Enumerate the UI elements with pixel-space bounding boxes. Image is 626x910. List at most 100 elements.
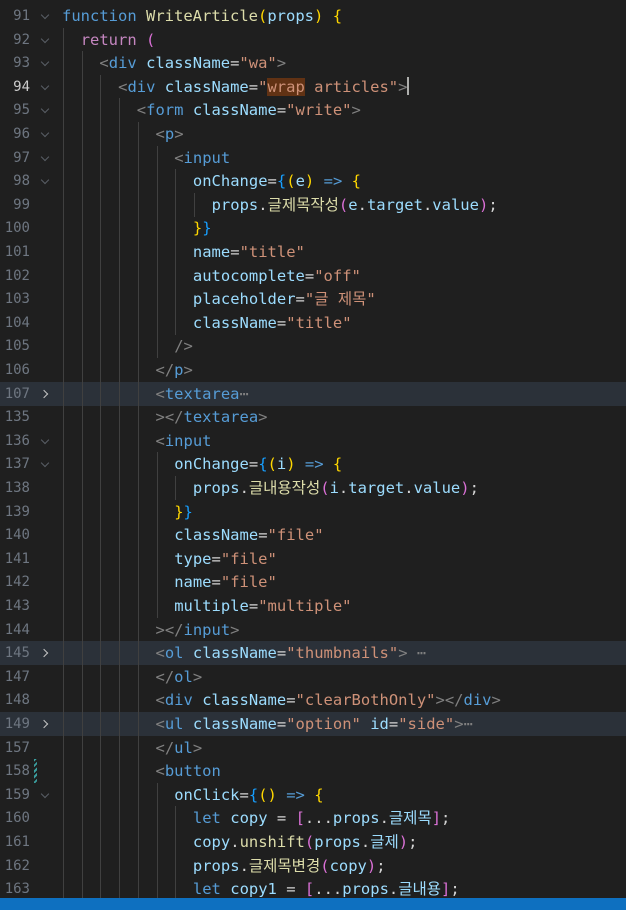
code-line[interactable]: 161 copy.unshift(props.글제); (0, 830, 626, 854)
fold-chevron-right-icon[interactable] (38, 382, 54, 406)
code-line[interactable]: 107 <textarea⋯ (0, 381, 626, 406)
code-line[interactable]: 159 onClick={() => { (0, 782, 626, 807)
code-token: ; (441, 809, 451, 828)
code-text: className="title" (193, 311, 352, 335)
fold-ellipsis[interactable]: ⋯ (240, 385, 249, 403)
fold-chevron-down-icon[interactable] (38, 98, 54, 122)
code-line[interactable]: 148 <div className="clearBothOnly"></div> (0, 688, 626, 713)
line-number: 149 (4, 716, 30, 732)
code-line[interactable]: 135 ></textarea> (0, 405, 626, 430)
line-number: 158 (4, 763, 30, 780)
fold-chevron-down-icon[interactable] (38, 146, 54, 170)
code-token: ></ (155, 620, 184, 639)
code-text: </p> (156, 358, 193, 382)
fold-chevron-right-icon[interactable] (38, 641, 54, 665)
code-line[interactable]: 103 placeholder="글 제목" (0, 287, 626, 312)
code-line[interactable]: 98 onChange={(e) => { (0, 169, 626, 194)
code-token: i (329, 479, 339, 497)
code-line[interactable]: 106 </p> (0, 358, 626, 382)
indent-guide (137, 830, 139, 854)
fold-chevron-down-icon[interactable] (38, 429, 54, 453)
code-line[interactable]: 147 </ol> (0, 664, 626, 689)
code-line[interactable]: 163 let copy1 = [...props.글내용]; (0, 877, 626, 898)
fold-chevron-down-icon[interactable] (38, 169, 54, 193)
fold-chevron-down-icon[interactable] (38, 783, 54, 807)
code-line[interactable]: 100}} (0, 216, 626, 241)
code-line[interactable]: 158 <button (0, 759, 626, 784)
fold-chevron-down-icon[interactable] (38, 51, 54, 75)
code-line[interactable]: 95 <form className="write"> (0, 98, 626, 123)
code-line[interactable]: 137 onChange={(i) => { (0, 452, 626, 477)
code-token: className (192, 313, 277, 332)
code-line[interactable]: 162 props.글제목변경(copy); (0, 853, 626, 878)
code-line[interactable]: 96 <p> (0, 122, 626, 146)
line-number: 106 (4, 362, 30, 378)
code-line[interactable]: 91 function WriteArticle(props) { (0, 4, 626, 28)
fold-chevron-down-icon[interactable] (38, 75, 54, 99)
fold-chevron-down-icon[interactable] (38, 452, 54, 476)
indent-guide (63, 735, 64, 760)
code-line[interactable]: 157 </ul> (0, 735, 626, 760)
code-token: [ (304, 880, 315, 898)
indent-guide (100, 263, 102, 288)
code-line[interactable]: 99 props.글제목작성(e.target.value); (0, 192, 626, 217)
code-line[interactable]: 141 type="file" (0, 546, 626, 571)
code-text: onChange={(e) => { (193, 169, 361, 193)
code-line[interactable]: 92 return ( (0, 27, 626, 52)
indent-guide (81, 263, 83, 288)
code-line[interactable]: 138 props.글내용작성(i.target.value); (0, 476, 626, 500)
code-token: let (192, 880, 221, 898)
code-line[interactable]: 140 className="file" (0, 523, 626, 548)
indent-guide (156, 782, 158, 807)
code-line[interactable]: 160 let copy = [...props.글제목]; (0, 806, 626, 831)
indent-guide (119, 759, 121, 784)
fold-chevron-down-icon[interactable] (38, 122, 54, 146)
indent-guide (100, 476, 102, 500)
indent-guide (156, 169, 158, 194)
code-line[interactable]: 94 <div className="wrap articles"> (0, 74, 626, 99)
code-token: < (155, 644, 165, 663)
code-token: ul (164, 715, 184, 733)
code-line[interactable]: 149 <ul className="option" id="side">⋯ (0, 712, 626, 736)
code-line[interactable]: 144 ></input> (0, 617, 626, 642)
fold-chevron-down-icon[interactable] (38, 28, 54, 52)
code-token: className (164, 77, 249, 96)
code-line[interactable]: 143 multiple="multiple" (0, 594, 626, 618)
fold-ellipsis[interactable]: ⋯ (408, 644, 426, 662)
indent-guide (100, 712, 102, 736)
code-token: "write" (286, 101, 352, 120)
code-token: { (314, 785, 324, 804)
indent-guide (137, 334, 139, 359)
indent-guide (119, 476, 121, 500)
fold-chevron-down-icon[interactable] (38, 4, 54, 28)
line-number: 97 (13, 149, 30, 166)
code-line[interactable]: 105 /> (0, 334, 626, 359)
code-text: ></textarea> (156, 405, 268, 429)
code-line[interactable]: 93 <div className="wa"> (0, 51, 626, 76)
code-line[interactable]: 97 <input (0, 145, 626, 170)
indent-guide (63, 499, 64, 524)
code-editor[interactable]: 91 function WriteArticle(props) {92 return… (0, 0, 626, 898)
code-token: "title" (286, 313, 352, 332)
code-token: unshift (239, 833, 305, 851)
line-number: 105 (4, 338, 30, 355)
code-line[interactable]: 142 name="file" (0, 570, 626, 595)
code-token: "file" (220, 549, 277, 568)
code-token: ) (304, 172, 315, 191)
code-token: ></ (435, 691, 464, 710)
code-line[interactable]: 102 autocomplete="off" (0, 263, 626, 288)
code-line[interactable]: 136 <input (0, 428, 626, 453)
indent-guide (156, 853, 158, 878)
indent-guide (137, 617, 139, 642)
indent-guide (63, 688, 64, 713)
code-line[interactable]: 145 <ol className="thumbnails"> ⋯ (0, 641, 626, 666)
code-line[interactable]: 101 name="title" (0, 240, 626, 264)
code-line[interactable]: 139}} (0, 499, 626, 524)
code-text: function WriteArticle(props) { (62, 4, 342, 28)
fold-chevron-right-icon[interactable] (38, 712, 54, 736)
code-line[interactable]: 104 className="title" (0, 310, 626, 335)
fold-ellipsis[interactable]: ⋯ (464, 715, 473, 733)
